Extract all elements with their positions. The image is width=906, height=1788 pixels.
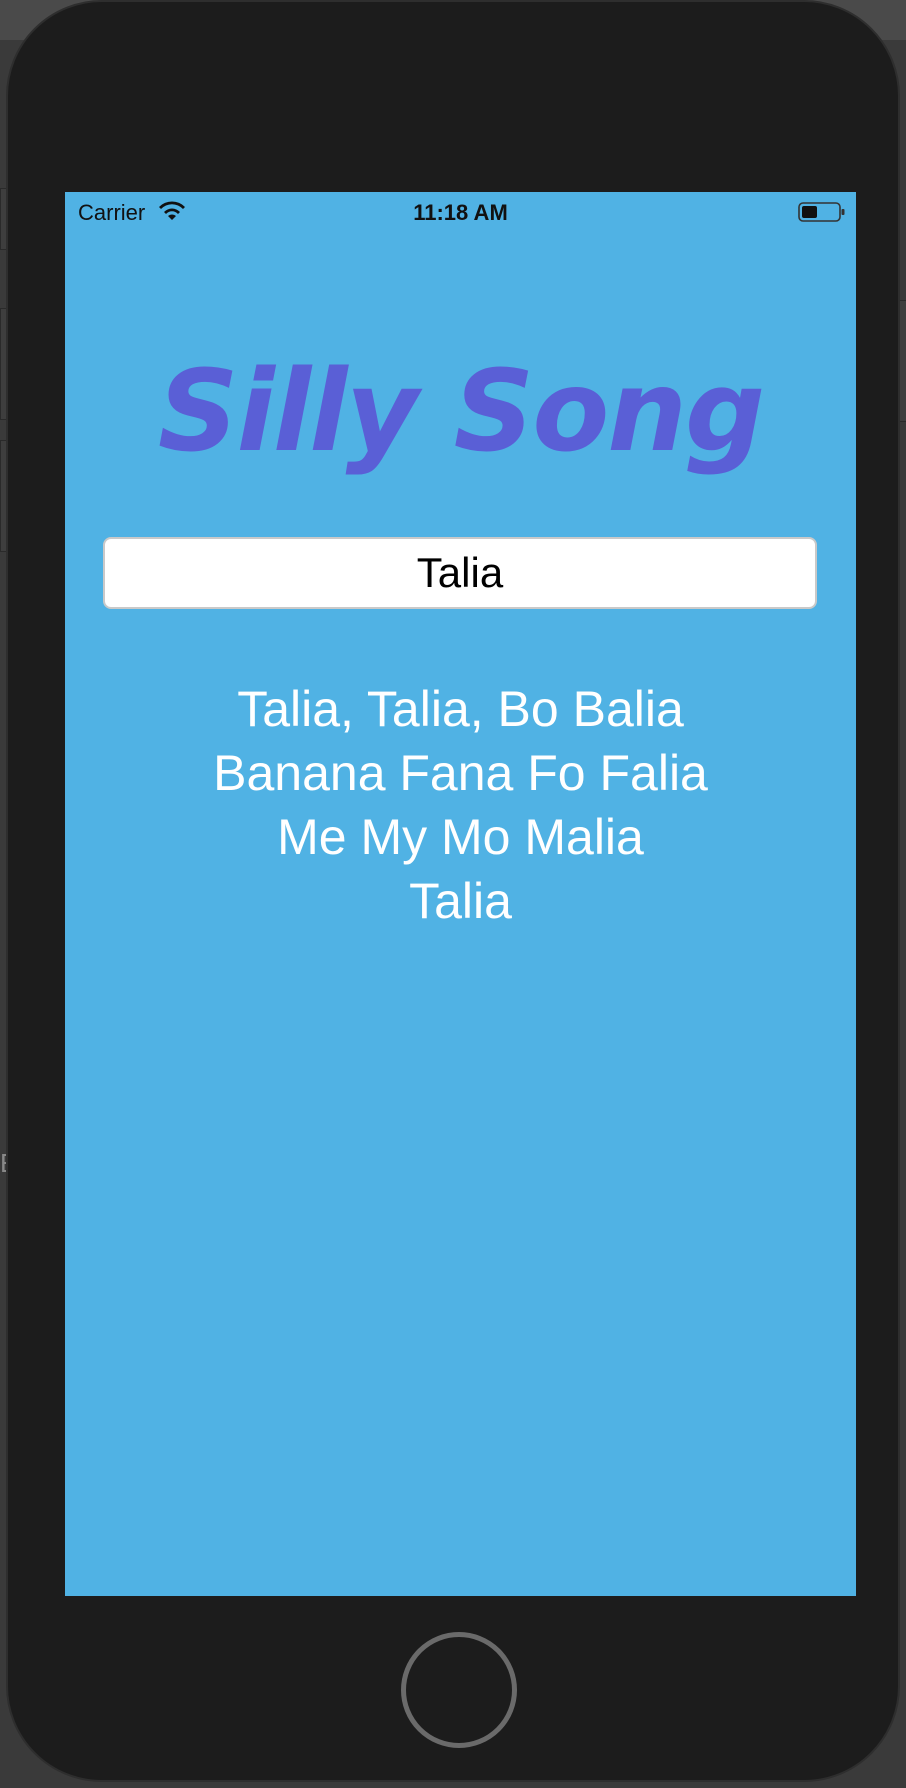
song-lyrics: Talia, Talia, Bo Balia Banana Fana Fo Fa… [65,677,856,933]
name-input[interactable] [103,537,817,609]
lyrics-line: Banana Fana Fo Falia [213,745,708,801]
status-bar: Carrier 11:18 AM [65,192,856,232]
battery-icon [798,202,845,222]
lyrics-line: Me My Mo Malia [277,809,644,865]
lyrics-line: Talia, Talia, Bo Balia [237,681,684,737]
app-screen: Carrier 11:18 AM Silly Song Talia, Talia… [65,192,856,1596]
iphone-device-frame: Carrier 11:18 AM Silly Song Talia, Talia… [6,0,900,1782]
app-title: Silly Song [157,347,765,477]
status-time: 11:18 AM [413,200,508,225]
home-button[interactable] [401,1632,517,1748]
lyrics-line: Talia [409,873,512,929]
